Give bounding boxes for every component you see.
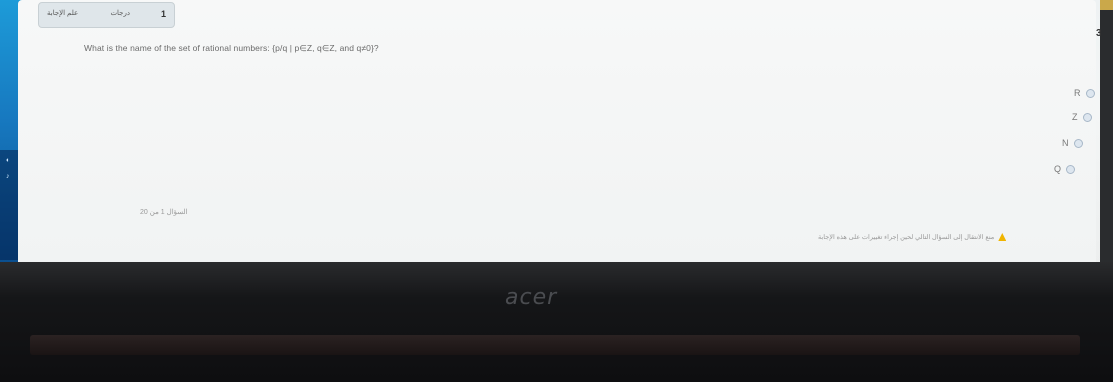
question-text: What is the name of the set of rational … [84,43,379,53]
option-label: R [1074,88,1081,98]
option-r[interactable]: R [1074,88,1095,98]
radio-button[interactable] [1066,164,1076,174]
tray-icon: ◐ [6,157,11,164]
screen: ◐ ⚑ ♪ ▮ 1 درجات علم الإجابة What is the … [0,0,1100,270]
corner-icon [1100,0,1113,10]
radio-button[interactable] [1073,138,1083,148]
radio-button[interactable] [1085,88,1095,98]
right-frame [1100,0,1113,262]
option-z[interactable]: Z [1072,112,1092,122]
option-n[interactable]: N [1062,138,1083,148]
page-info: السؤال 1 من 20 [140,209,188,216]
option-label: Z [1072,112,1078,122]
question-info-box: 1 درجات علم الإجابة [38,2,175,28]
question-number: 1 [160,9,166,19]
side-number: 3 [1096,28,1102,39]
option-label: Q [1054,164,1062,174]
flag-question-link[interactable]: علم الإجابة [47,9,78,17]
warning-message: منع الانتقال إلى السؤال التالي لحين إجرا… [818,233,1007,241]
keyboard-edge [30,335,1080,355]
warning-text: منع الانتقال إلى السؤال التالي لحين إجرا… [818,234,995,241]
brand-logo: acer [505,285,558,310]
volume-icon: ♪ [6,173,10,180]
quiz-page: 1 درجات علم الإجابة What is the name of … [18,0,1096,262]
photo-frame: ◐ ⚑ ♪ ▮ 1 درجات علم الإجابة What is the … [0,0,1113,382]
option-label: N [1062,138,1069,148]
warning-icon [998,233,1007,241]
radio-button[interactable] [1082,112,1092,122]
marks-label: درجات [110,10,130,17]
laptop-bezel [0,262,1113,382]
option-q[interactable]: Q [1054,164,1076,174]
